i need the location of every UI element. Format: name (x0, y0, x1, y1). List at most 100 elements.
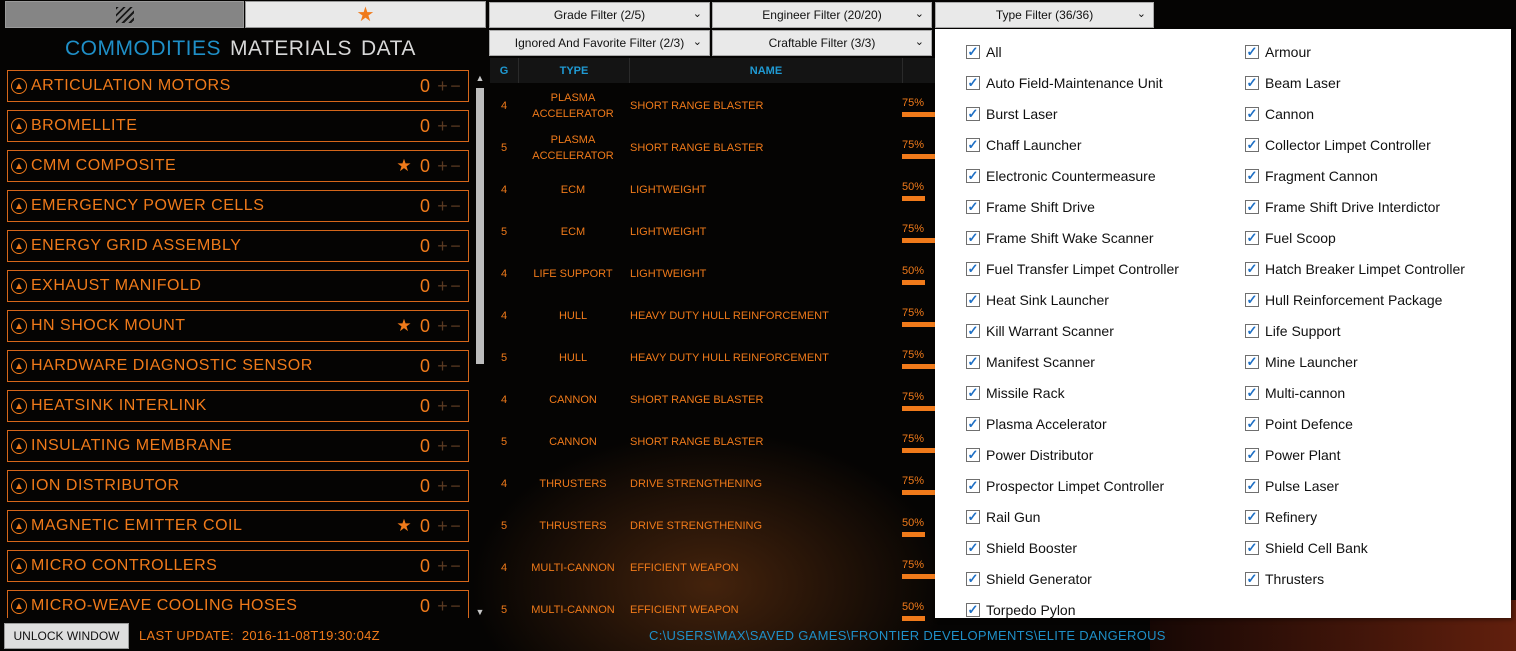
decrement-button[interactable]: − (449, 76, 462, 97)
increment-button[interactable]: + (436, 316, 449, 337)
type-option[interactable]: ✓ Frame Shift Drive Interdictor (1245, 191, 1465, 222)
engineer-filter-dropdown[interactable]: Engineer Filter (20/20) ⌄ (712, 2, 932, 28)
checkbox-checked-icon[interactable]: ✓ (966, 230, 980, 245)
type-option[interactable]: ✓ Frame Shift Wake Scanner (966, 222, 1179, 253)
commodity-item[interactable]: ▲ MICRO CONTROLLERS 0 + − (7, 550, 469, 582)
checkbox-checked-icon[interactable]: ✓ (1245, 137, 1259, 152)
increment-button[interactable]: + (436, 556, 449, 577)
table-row[interactable]: 5 MULTI-CANNON EFFICIENT WEAPON 50% (490, 589, 936, 630)
type-option[interactable]: ✓ Life Support (1245, 315, 1465, 346)
table-row[interactable]: 4 MULTI-CANNON EFFICIENT WEAPON 75% (490, 547, 936, 589)
checkbox-checked-icon[interactable]: ✓ (1245, 447, 1259, 462)
decrement-button[interactable]: − (449, 316, 462, 337)
checkbox-checked-icon[interactable]: ✓ (1245, 199, 1259, 214)
type-option[interactable]: ✓ Shield Cell Bank (1245, 532, 1465, 563)
checkbox-checked-icon[interactable]: ✓ (966, 602, 980, 617)
commodity-item[interactable]: ▲ BROMELLITE 0 + − (7, 110, 469, 142)
commodity-item[interactable]: ▲ CMM COMPOSITE ★ 0 + − (7, 150, 469, 182)
type-option[interactable]: ✓ Heat Sink Launcher (966, 284, 1179, 315)
commodity-item[interactable]: ▲ ION DISTRIBUTOR 0 + − (7, 470, 469, 502)
decrement-button[interactable]: − (449, 116, 462, 137)
increment-button[interactable]: + (436, 436, 449, 457)
checkbox-checked-icon[interactable]: ✓ (966, 478, 980, 493)
column-header-grade[interactable]: G (490, 58, 519, 83)
decrement-button[interactable]: − (449, 436, 462, 457)
tab-materials[interactable]: MATERIALS (230, 37, 352, 61)
checkbox-checked-icon[interactable]: ✓ (966, 137, 980, 152)
decrement-button[interactable]: − (449, 236, 462, 257)
type-option[interactable]: ✓ Auto Field-Maintenance Unit (966, 67, 1179, 98)
list-scrollbar[interactable]: ▲ ▼ (473, 72, 487, 618)
commodity-item[interactable]: ▲ HEATSINK INTERLINK 0 + − (7, 390, 469, 422)
type-option[interactable]: ✓ Fragment Cannon (1245, 160, 1465, 191)
commodity-item[interactable]: ▲ ENERGY GRID ASSEMBLY 0 + − (7, 230, 469, 262)
checkbox-checked-icon[interactable]: ✓ (966, 571, 980, 586)
decrement-button[interactable]: − (449, 556, 462, 577)
checkbox-checked-icon[interactable]: ✓ (1245, 168, 1259, 183)
craftable-filter-dropdown[interactable]: Craftable Filter (3/3) ⌄ (712, 30, 932, 56)
type-option[interactable]: ✓ Plasma Accelerator (966, 408, 1179, 439)
checkbox-checked-icon[interactable]: ✓ (1245, 261, 1259, 276)
increment-button[interactable]: + (436, 356, 449, 377)
type-filter-dropdown[interactable]: Type Filter (36/36) ⌄ (935, 2, 1154, 28)
type-option[interactable]: ✓ Kill Warrant Scanner (966, 315, 1179, 346)
type-option[interactable]: ✓ Beam Laser (1245, 67, 1465, 98)
decrement-button[interactable]: − (449, 516, 462, 537)
commodity-item[interactable]: ▲ MAGNETIC EMITTER COIL ★ 0 + − (7, 510, 469, 542)
table-row[interactable]: 5 THRUSTERS DRIVE STRENGTHENING 50% (490, 505, 936, 547)
checkbox-checked-icon[interactable]: ✓ (1245, 571, 1259, 586)
type-option[interactable]: ✓ Power Distributor (966, 439, 1179, 470)
checkbox-checked-icon[interactable]: ✓ (966, 323, 980, 338)
increment-button[interactable]: + (436, 236, 449, 257)
type-option[interactable]: ✓ Hatch Breaker Limpet Controller (1245, 253, 1465, 284)
increment-button[interactable]: + (436, 76, 449, 97)
checkbox-checked-icon[interactable]: ✓ (966, 292, 980, 307)
commodity-item[interactable]: ▲ INSULATING MEMBRANE 0 + − (7, 430, 469, 462)
decrement-button[interactable]: − (449, 156, 462, 177)
type-option[interactable]: ✓ Prospector Limpet Controller (966, 470, 1179, 501)
type-option[interactable]: ✓ Power Plant (1245, 439, 1465, 470)
table-row[interactable]: 5 PLASMA ACCELERATOR SHORT RANGE BLASTER 75… (490, 127, 936, 169)
checkbox-checked-icon[interactable]: ✓ (1245, 292, 1259, 307)
checkbox-checked-icon[interactable]: ✓ (966, 509, 980, 524)
favorite-star-icon[interactable]: ★ (394, 156, 414, 176)
checkbox-checked-icon[interactable]: ✓ (1245, 323, 1259, 338)
type-option[interactable]: ✓ Thrusters (1245, 563, 1465, 594)
table-row[interactable]: 4 CANNON SHORT RANGE BLASTER 75% (490, 379, 936, 421)
type-option[interactable]: ✓ Burst Laser (966, 98, 1179, 129)
decrement-button[interactable]: − (449, 196, 462, 217)
checkbox-checked-icon[interactable]: ✓ (966, 416, 980, 431)
table-row[interactable]: 4 HULL HEAVY DUTY HULL REINFORCEMENT 75% (490, 295, 936, 337)
table-row[interactable]: 5 CANNON SHORT RANGE BLASTER 75% (490, 421, 936, 463)
table-row[interactable]: 5 ECM LIGHTWEIGHT 75% (490, 211, 936, 253)
checkbox-checked-icon[interactable]: ✓ (1245, 540, 1259, 555)
type-option[interactable]: ✓ Electronic Countermeasure (966, 160, 1179, 191)
type-option[interactable]: ✓ Rail Gun (966, 501, 1179, 532)
increment-button[interactable]: + (436, 476, 449, 497)
checkbox-checked-icon[interactable]: ✓ (1245, 416, 1259, 431)
scroll-thumb[interactable] (476, 88, 484, 364)
checkbox-checked-icon[interactable]: ✓ (966, 261, 980, 276)
increment-button[interactable]: + (436, 516, 449, 537)
favorite-star-icon[interactable]: ★ (394, 316, 414, 336)
table-row[interactable]: 4 LIFE SUPPORT LIGHTWEIGHT 50% (490, 253, 936, 295)
type-option[interactable]: ✓ Manifest Scanner (966, 346, 1179, 377)
type-option[interactable]: ✓ All (966, 36, 1179, 67)
commodity-item[interactable]: ▲ MICRO-WEAVE COOLING HOSES 0 + − (7, 590, 469, 618)
type-option[interactable]: ✓ Collector Limpet Controller (1245, 129, 1465, 160)
type-option[interactable]: ✓ Refinery (1245, 501, 1465, 532)
checkbox-checked-icon[interactable]: ✓ (966, 168, 980, 183)
scroll-up-icon[interactable]: ▲ (473, 72, 487, 84)
commodity-item[interactable]: ▲ EMERGENCY POWER CELLS 0 + − (7, 190, 469, 222)
increment-button[interactable]: + (436, 276, 449, 297)
decrement-button[interactable]: − (449, 356, 462, 377)
type-option[interactable]: ✓ Pulse Laser (1245, 470, 1465, 501)
checkbox-checked-icon[interactable]: ✓ (1245, 509, 1259, 524)
checkbox-checked-icon[interactable]: ✓ (1245, 354, 1259, 369)
type-option[interactable]: ✓ Mine Launcher (1245, 346, 1465, 377)
ignored-favorite-filter-dropdown[interactable]: Ignored And Favorite Filter (2/3) ⌄ (489, 30, 710, 56)
type-option[interactable]: ✓ Missile Rack (966, 377, 1179, 408)
decrement-button[interactable]: − (449, 396, 462, 417)
increment-button[interactable]: + (436, 396, 449, 417)
table-row[interactable]: 4 PLASMA ACCELERATOR SHORT RANGE BLASTER 75… (490, 85, 936, 127)
